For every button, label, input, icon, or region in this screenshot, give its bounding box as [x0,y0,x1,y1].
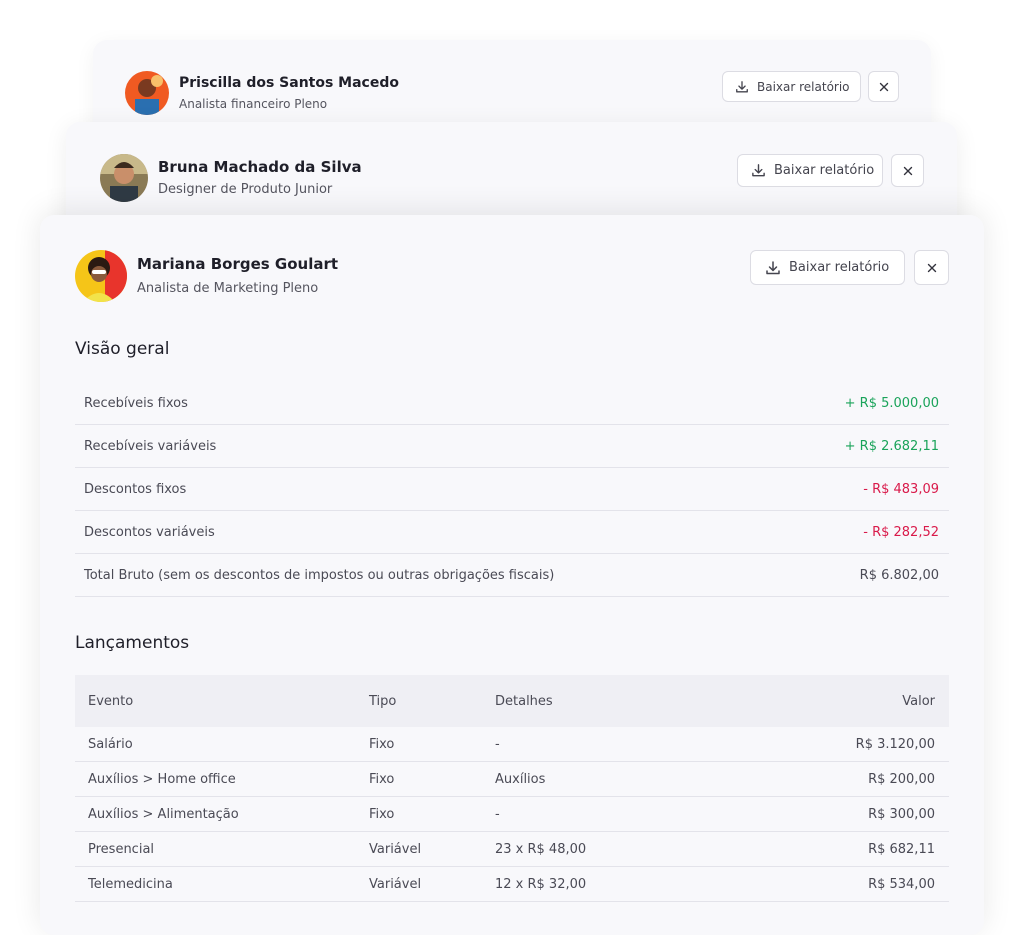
cell-evento: Telemedicina [75,866,369,902]
download-report-label: Baixar relatório [774,163,875,178]
close-icon [927,263,937,273]
overview-value: - R$ 483,09 [863,481,939,497]
column-header-detalhes[interactable]: Detalhes [495,675,720,727]
cell-detalhes: - [495,727,720,762]
table-row[interactable]: Salário Fixo - R$ 3.120,00 [75,727,949,762]
overview-title: Visão geral [75,339,170,359]
download-report-label: Baixar relatório [789,260,890,275]
cell-tipo: Variável [369,866,495,902]
table-header-row: Evento Tipo Detalhes Valor [75,675,949,727]
overview-row: Recebíveis variáveis + R$ 2.682,11 [75,425,949,468]
table-row[interactable]: Auxílios > Home office Fixo Auxílios R$ … [75,761,949,797]
overview-label: Recebíveis variáveis [84,438,217,454]
download-icon [765,260,781,276]
column-header-evento[interactable]: Evento [75,675,369,727]
cell-evento: Salário [75,727,369,762]
cell-detalhes: 23 x R$ 48,00 [495,831,720,867]
cell-evento: Auxílios > Alimentação [75,796,369,832]
close-icon [879,82,889,92]
table-row[interactable]: Auxílios > Alimentação Fixo - R$ 300,00 [75,796,949,832]
cell-detalhes: - [495,796,720,832]
cell-valor: R$ 682,11 [719,831,949,867]
cell-detalhes: Auxílios [495,761,720,797]
overview-label: Total Bruto (sem os descontos de imposto… [84,567,555,583]
avatar [75,250,127,302]
cell-tipo: Fixo [369,727,495,762]
employee-role: Analista financeiro Pleno [179,97,328,111]
employee-name: Priscilla dos Santos Macedo [179,75,399,91]
employee-name: Mariana Borges Goulart [137,255,339,273]
close-icon [903,166,913,176]
overview-row: Recebíveis fixos + R$ 5.000,00 [75,382,949,425]
table-row[interactable]: Presencial Variável 23 x R$ 48,00 R$ 682… [75,831,949,867]
overview-value: - R$ 282,52 [863,524,939,540]
download-icon [735,80,749,94]
close-button[interactable] [914,250,949,285]
cell-tipo: Fixo [369,761,495,797]
cell-detalhes: 12 x R$ 32,00 [495,866,720,902]
overview-label: Recebíveis fixos [84,395,188,411]
cell-evento: Auxílios > Home office [75,761,369,797]
close-button[interactable] [868,71,899,102]
column-header-valor[interactable]: Valor [719,675,949,727]
overview-list: Recebíveis fixos + R$ 5.000,00 Recebívei… [75,382,949,597]
overview-label: Descontos fixos [84,481,187,497]
employee-role: Designer de Produto Junior [158,182,333,197]
column-header-tipo[interactable]: Tipo [369,675,495,727]
download-report-label: Baixar relatório [757,79,850,94]
cell-valor: R$ 534,00 [719,866,949,902]
avatar [100,154,148,202]
cell-tipo: Fixo [369,796,495,832]
close-button[interactable] [891,154,924,187]
overview-row: Descontos variáveis - R$ 282,52 [75,511,949,554]
download-report-button[interactable]: Baixar relatório [750,250,905,285]
download-report-button[interactable]: Baixar relatório [737,154,883,187]
cell-valor: R$ 300,00 [719,796,949,832]
overview-row: Descontos fixos - R$ 483,09 [75,468,949,511]
overview-value: R$ 6.802,00 [859,567,939,583]
overview-label: Descontos variáveis [84,524,215,540]
overview-row: Total Bruto (sem os descontos de imposto… [75,554,949,597]
overview-value: + R$ 2.682,11 [844,438,939,454]
download-icon [751,163,766,178]
employee-role: Analista de Marketing Pleno [137,281,319,296]
cell-valor: R$ 3.120,00 [719,727,949,762]
entries-title: Lançamentos [75,633,190,653]
cell-evento: Presencial [75,831,369,867]
download-report-button[interactable]: Baixar relatório [722,71,861,102]
table-row[interactable]: Telemedicina Variável 12 x R$ 32,00 R$ 5… [75,866,949,902]
entries-table: Evento Tipo Detalhes Valor Salário Fixo … [75,675,949,902]
employee-card-mariana: Mariana Borges Goulart Analista de Marke… [40,215,984,935]
overview-value: + R$ 5.000,00 [844,395,939,411]
employee-name: Bruna Machado da Silva [158,158,362,176]
cell-valor: R$ 200,00 [719,761,949,797]
avatar [125,71,169,115]
cell-tipo: Variável [369,831,495,867]
